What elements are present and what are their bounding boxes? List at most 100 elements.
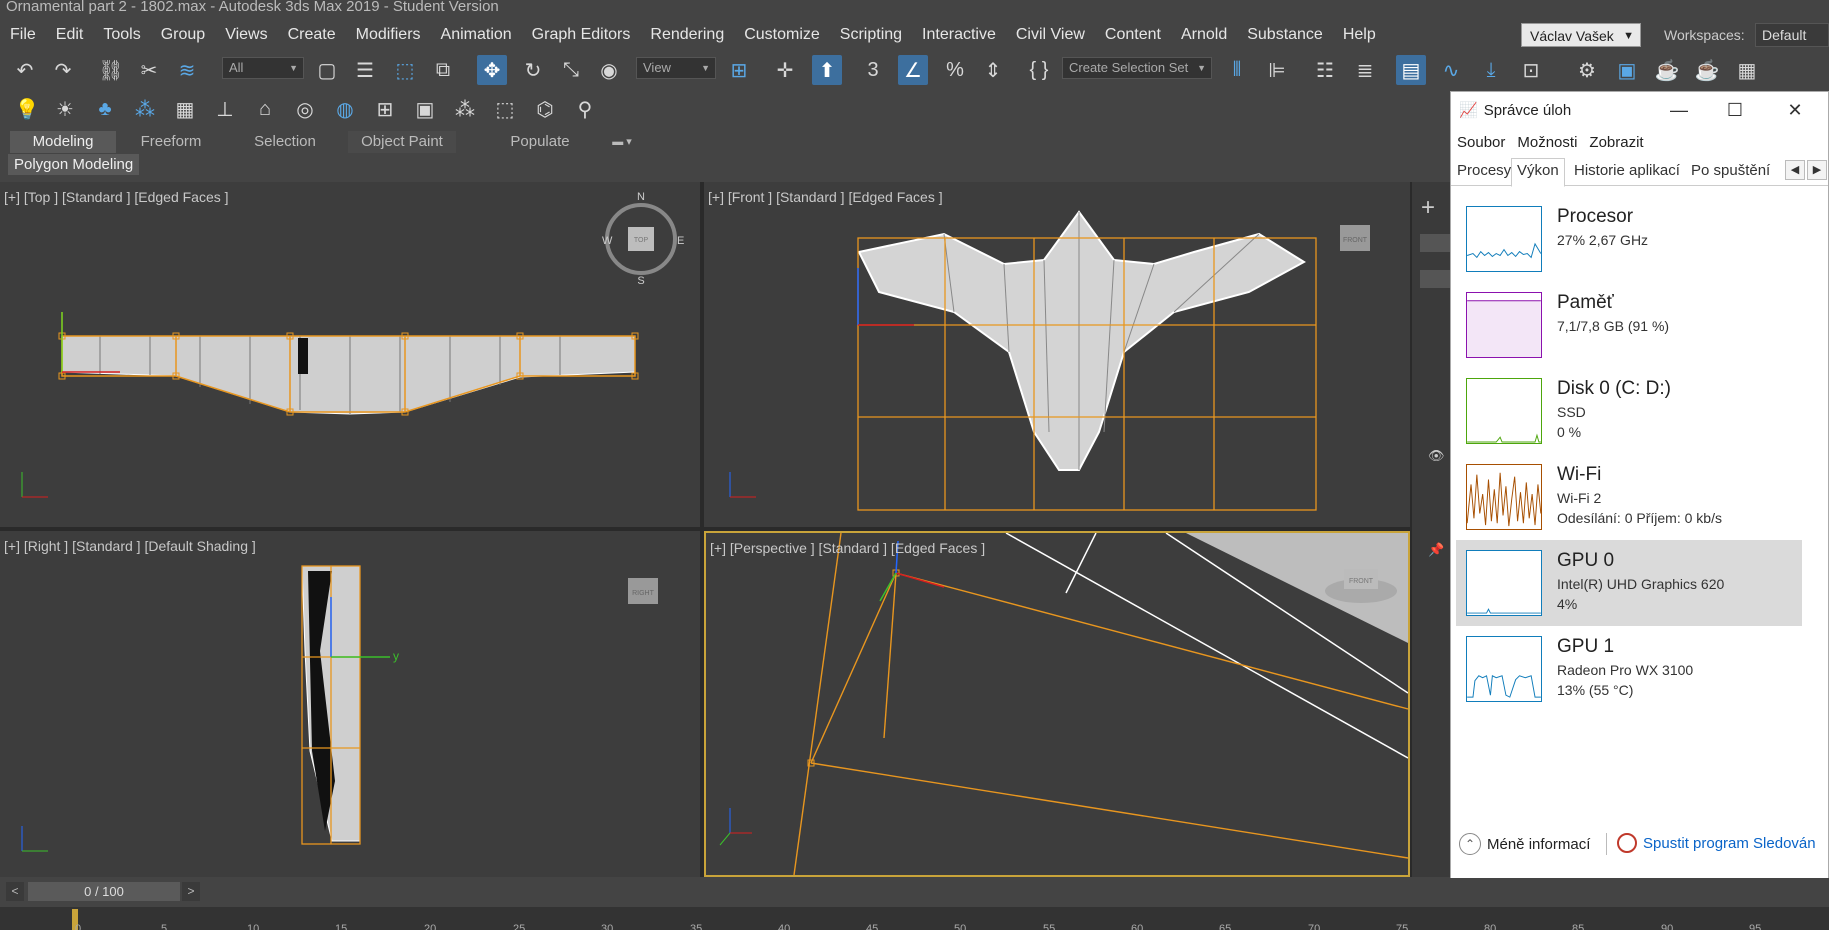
layer-explorer-icon[interactable]: ≣ xyxy=(1350,55,1380,85)
angle-snap-icon[interactable]: ∠ xyxy=(898,55,928,85)
spinner-snap-icon[interactable]: ⇕ xyxy=(978,55,1008,85)
edit-named-selection-icon[interactable]: { } xyxy=(1024,55,1054,85)
orbit-icon[interactable]: ◎ xyxy=(290,94,320,124)
scroll-right-icon[interactable]: ▶ xyxy=(1807,160,1827,180)
tab-startup[interactable]: Po spuštění xyxy=(1691,162,1770,179)
undo-icon[interactable]: ↶ xyxy=(10,55,40,85)
menu-tools[interactable]: Tools xyxy=(93,26,150,44)
select-scale-icon[interactable]: ⤡ xyxy=(556,55,586,85)
command-panel-tab[interactable] xyxy=(1420,234,1450,252)
perf-item-memory[interactable]: Paměť 7,1/7,8 GB (91 %) xyxy=(1456,282,1802,368)
pin-icon[interactable]: 📌 xyxy=(1428,542,1444,558)
percent-snap-icon[interactable]: % xyxy=(940,55,970,85)
camera-icon[interactable]: ⌂ xyxy=(250,94,280,124)
bulb-icon[interactable]: ⚲ xyxy=(570,94,600,124)
tm-menu-view[interactable]: Zobrazit xyxy=(1583,134,1649,151)
select-move-icon[interactable]: ✥ xyxy=(477,55,507,85)
ribbon-toggle-icon[interactable]: ▤ xyxy=(1396,55,1426,85)
particles-icon[interactable]: ⁂ xyxy=(130,94,160,124)
populate-icon[interactable]: ♣ xyxy=(90,94,120,124)
tab-performance[interactable]: Výkon xyxy=(1511,158,1565,187)
render-production-icon[interactable]: ☕ xyxy=(1652,55,1682,85)
perf-item-disk[interactable]: Disk 0 (C: D:) SSD 0 % xyxy=(1456,368,1802,454)
minimize-icon[interactable]: — xyxy=(1651,92,1707,128)
next-frame-icon[interactable]: > xyxy=(182,882,200,901)
render-region-icon[interactable]: ▣ xyxy=(410,94,440,124)
prev-frame-icon[interactable]: < xyxy=(6,882,24,901)
menu-create[interactable]: Create xyxy=(278,26,346,44)
tab-app-history[interactable]: Historie aplikací xyxy=(1574,162,1680,179)
rendered-frame-window-icon[interactable]: ▣ xyxy=(1612,55,1642,85)
render-setup-icon[interactable]: ⚙ xyxy=(1572,55,1602,85)
viewport-config-icon[interactable]: ⊞ xyxy=(370,94,400,124)
menu-substance[interactable]: Substance xyxy=(1237,26,1333,44)
tab-populate[interactable]: Populate xyxy=(490,131,590,153)
polygon-modeling-panel[interactable]: Polygon Modeling xyxy=(8,154,140,175)
perf-item-wifi[interactable]: Wi-Fi Wi-Fi 2 Odesílání: 0 Příjem: 0 kb/… xyxy=(1456,454,1802,540)
hierarchy-icon[interactable]: ⊥ xyxy=(210,94,240,124)
render-online-icon[interactable]: ▦ xyxy=(1732,55,1762,85)
menu-content[interactable]: Content xyxy=(1095,26,1171,44)
group-icon[interactable]: ⁂ xyxy=(450,94,480,124)
unlink-icon[interactable]: ✂ xyxy=(134,55,164,85)
time-slider[interactable]: 0 / 100 xyxy=(28,882,180,901)
schematic-view-icon[interactable]: ⤓ xyxy=(1476,55,1506,85)
scene-explorer-icon[interactable]: ☷ xyxy=(1310,55,1340,85)
tab-freeform[interactable]: Freeform xyxy=(126,131,216,153)
place-icon[interactable]: ◉ xyxy=(594,55,624,85)
rect-selection-icon[interactable]: ⬚ xyxy=(390,55,420,85)
curve-editor-icon[interactable]: ∿ xyxy=(1436,55,1466,85)
maximize-icon[interactable]: ☐ xyxy=(1707,92,1763,128)
close-icon[interactable]: ✕ xyxy=(1767,92,1823,128)
viewport-perspective[interactable]: FRONT [+] [Perspective ] [Standard ] [Ed… xyxy=(704,531,1410,877)
menu-views[interactable]: Views xyxy=(215,26,277,44)
window-crossing-icon[interactable]: ⧉ xyxy=(428,55,458,85)
select-manipulate-icon[interactable]: ✛ xyxy=(770,55,800,85)
material-editor-icon[interactable]: ⊡ xyxy=(1516,55,1546,85)
ghost-icon[interactable]: ⌬ xyxy=(530,94,560,124)
modifier-list-field[interactable] xyxy=(1420,270,1450,288)
menu-file[interactable]: File xyxy=(0,26,46,44)
menu-group[interactable]: Group xyxy=(151,26,215,44)
ribbon-options-icon[interactable]: ▬ ▾ xyxy=(604,131,640,153)
menu-rendering[interactable]: Rendering xyxy=(640,26,734,44)
viewport-right[interactable]: y RIGHT [+] [Right ] [Standard ] [Defaul… xyxy=(0,531,700,877)
tm-menu-options[interactable]: Možnosti xyxy=(1511,134,1583,151)
bind-spacewarp-icon[interactable]: ≋ xyxy=(172,55,202,85)
redo-icon[interactable]: ↷ xyxy=(48,55,78,85)
timeline-ruler[interactable]: 0 5 10 15 20 25 30 35 40 45 50 55 60 65 … xyxy=(0,907,1829,930)
render-activeshade-icon[interactable]: ☕ xyxy=(1692,55,1722,85)
keyboard-shortcut-override-icon[interactable]: ⬆ xyxy=(812,55,842,85)
menu-interactive[interactable]: Interactive xyxy=(912,26,1006,44)
tab-object-paint[interactable]: Object Paint xyxy=(348,131,456,153)
menu-civil-view[interactable]: Civil View xyxy=(1006,26,1095,44)
menu-graph-editors[interactable]: Graph Editors xyxy=(522,26,641,44)
workspaces-dropdown[interactable]: Default xyxy=(1755,23,1829,47)
eye-icon[interactable]: 👁 xyxy=(1428,448,1445,464)
fewer-details-button[interactable]: ⌃ Méně informací xyxy=(1459,833,1590,855)
viewport-label-perspective[interactable]: [+] [Perspective ] [Standard ] [Edged Fa… xyxy=(710,540,985,556)
menu-customize[interactable]: Customize xyxy=(734,26,830,44)
safe-frame-icon[interactable]: ⬚ xyxy=(490,94,520,124)
menu-scripting[interactable]: Scripting xyxy=(830,26,912,44)
selection-filter-dropdown[interactable]: All ▼ xyxy=(222,57,304,79)
menu-help[interactable]: Help xyxy=(1333,26,1386,44)
tab-modeling[interactable]: Modeling xyxy=(10,131,116,153)
perf-item-cpu[interactable]: Procesor 27% 2,67 GHz xyxy=(1456,196,1802,282)
menu-arnold[interactable]: Arnold xyxy=(1171,26,1237,44)
scroll-left-icon[interactable]: ◀ xyxy=(1785,160,1805,180)
tm-menu-file[interactable]: Soubor xyxy=(1451,134,1511,151)
menu-modifiers[interactable]: Modifiers xyxy=(346,26,431,44)
tab-selection[interactable]: Selection xyxy=(240,131,330,153)
light-icon[interactable]: 💡 xyxy=(12,94,42,124)
viewport-front[interactable]: FRONT [+] [Front ] [Standard ] [Edged Fa… xyxy=(704,182,1410,527)
mirror-icon[interactable]: ⫴ xyxy=(1222,55,1252,85)
viewport-label-right[interactable]: [+] [Right ] [Standard ] [Default Shadin… xyxy=(4,538,256,554)
link-icon[interactable]: ⛓ xyxy=(96,55,126,85)
perf-item-gpu1[interactable]: GPU 1 Radeon Pro WX 3100 13% (55 °C) xyxy=(1456,626,1802,712)
viewport-top[interactable]: N S E W TOP [+] [Top ] [Standard ] [Edge… xyxy=(0,182,700,527)
open-resource-monitor-link[interactable]: Spustit program Sledován xyxy=(1617,833,1816,853)
user-account-dropdown[interactable]: Václav Vašek ▼ xyxy=(1521,23,1641,47)
sun-icon[interactable]: ☀ xyxy=(50,94,80,124)
named-selection-set-field[interactable]: Create Selection Set ▼ xyxy=(1062,57,1212,79)
